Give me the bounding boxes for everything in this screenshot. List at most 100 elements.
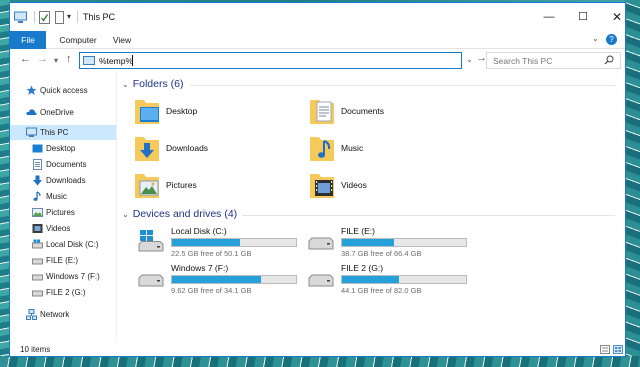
this-pc-icon[interactable]	[14, 11, 27, 24]
folder-label: Videos	[341, 180, 367, 190]
folder-desktop[interactable]: Desktop	[134, 96, 294, 130]
drives-group-header[interactable]: ⌄ Devices and drives (4)	[122, 208, 237, 220]
drive-usage-fill	[342, 239, 395, 246]
drive-icon	[32, 258, 43, 265]
sidebar-item-onedrive[interactable]: OneDrive	[10, 105, 116, 120]
download-icon	[33, 175, 42, 186]
sidebar-item-label: OneDrive	[40, 108, 74, 117]
status-bar: 10 items	[10, 341, 625, 356]
expand-ribbon-icon[interactable]: ⌄	[592, 34, 599, 43]
collapse-chevron-icon[interactable]: ⌄	[122, 80, 129, 89]
folders-group-title: Folders (6)	[132, 78, 184, 90]
sidebar-item-file-e[interactable]: FILE (E:)	[10, 253, 116, 268]
address-dropdown-icon[interactable]: ⌄	[466, 55, 473, 64]
customize-toolbar-icon[interactable]: ▾	[67, 12, 71, 21]
drive-free-space: 44.1 GB free of 82.0 GB	[341, 286, 422, 295]
address-input[interactable]: %temp%	[99, 56, 133, 66]
collapse-chevron-icon[interactable]: ⌄	[122, 210, 129, 219]
pictures-folder-icon	[135, 174, 159, 198]
sidebar-item-quick-access[interactable]: Quick access	[10, 83, 116, 98]
sidebar-item-label: Desktop	[46, 144, 76, 153]
folder-documents[interactable]: Documents	[309, 96, 469, 130]
drive-icon	[32, 290, 43, 297]
sidebar-item-label: This PC	[40, 128, 69, 137]
drive-local-disk-c[interactable]: Local Disk (C:) 22.5 GB free of 50.1 GB	[138, 226, 303, 260]
tab-view[interactable]: View	[106, 31, 138, 49]
folder-music[interactable]: Music	[309, 133, 469, 167]
sidebar-item-label: FILE 2 (G:)	[46, 288, 86, 297]
tab-computer[interactable]: Computer	[54, 31, 102, 49]
sidebar-item-pictures[interactable]: Pictures	[10, 205, 116, 220]
drive-free-space: 9.62 GB free of 34.1 GB	[171, 286, 252, 295]
sidebar-item-label: Network	[40, 310, 70, 319]
desktop-folder-icon	[135, 100, 159, 124]
help-icon[interactable]: ?	[606, 34, 617, 45]
search-icon[interactable]	[604, 55, 614, 65]
up-button[interactable]: ↑	[66, 53, 72, 65]
folder-label: Downloads	[166, 143, 209, 153]
maximize-button[interactable]: ☐	[568, 7, 598, 27]
documents-folder-icon	[310, 100, 334, 124]
sidebar-item-desktop[interactable]: Desktop	[10, 141, 116, 156]
navigation-pane: Quick access OneDrive This PC Desktop Do…	[10, 71, 116, 341]
folder-pictures[interactable]: Pictures	[134, 170, 294, 204]
drive-usage-fill	[172, 276, 262, 283]
sidebar-item-label: FILE (E:)	[46, 256, 79, 265]
music-icon	[33, 191, 41, 201]
drive-label: Windows 7 (F:)	[171, 263, 229, 273]
sidebar-item-music[interactable]: Music	[10, 189, 116, 204]
desktop-wallpaper	[0, 356, 640, 367]
sidebar-item-file2-g[interactable]: FILE 2 (G:)	[10, 285, 116, 300]
close-button[interactable]: ✕	[602, 7, 625, 27]
videos-icon	[32, 224, 43, 233]
sidebar-item-windows7-f[interactable]: Windows 7 (F:)	[10, 269, 116, 284]
search-box[interactable]: Search This PC	[486, 52, 621, 69]
details-view-icon[interactable]	[600, 345, 610, 354]
back-button[interactable]: ←	[20, 53, 31, 65]
downloads-folder-icon	[135, 137, 159, 161]
sidebar-item-label: Quick access	[40, 86, 88, 95]
videos-folder-icon	[310, 174, 334, 198]
content-pane: ⌄ Folders (6) Desktop Documents Download…	[118, 71, 625, 341]
computer-icon	[26, 127, 37, 137]
drive-windows7-f[interactable]: Windows 7 (F:) 9.62 GB free of 34.1 GB	[138, 263, 303, 297]
drive-file2-g[interactable]: FILE 2 (G:) 44.1 GB free of 82.0 GB	[308, 263, 473, 297]
sidebar-item-local-disk-c[interactable]: Local Disk (C:)	[10, 237, 116, 252]
drive-icon	[32, 239, 43, 249]
drive-icon	[308, 237, 334, 250]
sidebar-item-label: Documents	[46, 160, 87, 169]
large-icons-view-icon[interactable]	[613, 345, 623, 354]
sidebar-item-network[interactable]: Network	[10, 307, 116, 322]
forward-button[interactable]: →	[37, 53, 48, 65]
sidebar-item-label: Videos	[46, 224, 71, 233]
star-icon	[26, 85, 37, 95]
pictures-icon	[32, 208, 43, 217]
drive-file-e[interactable]: FILE (E:) 38.7 GB free of 66.4 GB	[308, 226, 473, 260]
drive-icon	[138, 274, 164, 287]
sidebar-item-documents[interactable]: Documents	[10, 157, 116, 172]
sidebar-item-videos[interactable]: Videos	[10, 221, 116, 236]
sidebar-item-label: Local Disk (C:)	[46, 240, 99, 249]
group-divider	[190, 85, 615, 86]
network-icon	[26, 309, 37, 320]
minimize-button[interactable]: —	[534, 7, 564, 27]
properties-icon[interactable]	[39, 11, 50, 24]
tab-file[interactable]: File	[10, 31, 46, 49]
documents-icon	[33, 159, 42, 170]
drive-icon	[32, 274, 43, 281]
folder-videos[interactable]: Videos	[309, 170, 469, 204]
sidebar-item-label: Pictures	[46, 208, 75, 217]
ribbon-tabs: File Computer View ⌄ ?	[10, 31, 625, 49]
folder-downloads[interactable]: Downloads	[134, 133, 294, 167]
title-bar: ▾ This PC — ☐ ✕	[10, 3, 625, 31]
recent-locations-icon[interactable]: ▾	[54, 56, 58, 65]
sidebar-item-downloads[interactable]: Downloads	[10, 173, 116, 188]
drive-label: FILE (E:)	[341, 226, 376, 236]
search-input[interactable]: Search This PC	[493, 56, 552, 66]
sidebar-item-this-pc[interactable]: This PC	[10, 125, 116, 140]
folders-group-header[interactable]: ⌄ Folders (6)	[122, 78, 183, 90]
folder-label: Music	[341, 143, 364, 153]
address-bar[interactable]: %temp%	[79, 52, 462, 69]
new-folder-icon[interactable]	[55, 11, 64, 24]
folder-label: Documents	[341, 106, 384, 116]
